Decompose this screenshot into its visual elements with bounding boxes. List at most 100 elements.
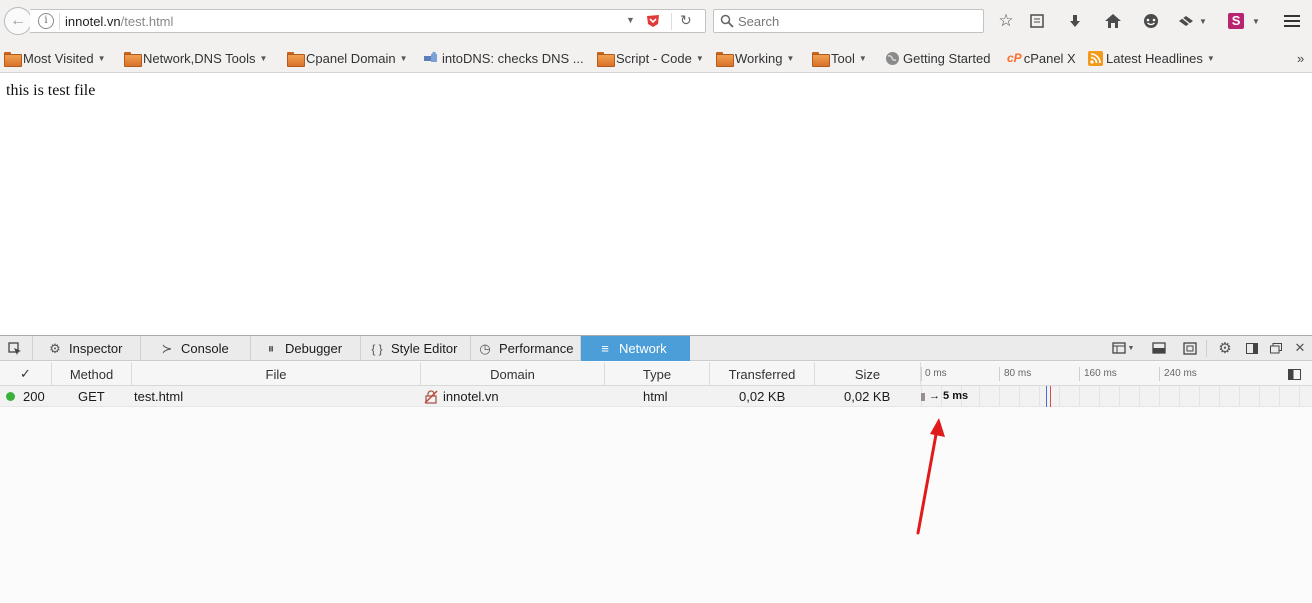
- type-cell: html: [643, 389, 668, 404]
- home-icon[interactable]: [1102, 10, 1124, 32]
- chevron-down-icon: ▼: [399, 53, 408, 63]
- column-header-type[interactable]: Type: [605, 362, 710, 386]
- bookmark-label: Latest Headlines: [1106, 50, 1203, 66]
- size-cell: 0,02 KB: [844, 389, 891, 404]
- bookmark-working[interactable]: Working ▼: [716, 49, 794, 67]
- page-body-text: this is test file: [6, 82, 96, 99]
- reading-list-icon[interactable]: [1026, 10, 1048, 32]
- timeline-tick-label: 240 ms: [1164, 368, 1197, 379]
- console-icon: ≻: [161, 340, 173, 356]
- file-cell: test.html: [134, 389, 184, 404]
- column-header-status[interactable]: ✓: [0, 362, 52, 386]
- tab-label: Console: [181, 341, 229, 356]
- chevron-down-icon: ▼: [259, 53, 268, 63]
- split-console-icon[interactable]: [1150, 340, 1168, 356]
- tab-label: Performance: [499, 341, 574, 356]
- close-icon[interactable]: ✕: [1291, 340, 1309, 356]
- bookmark-label: Network,DNS Tools: [143, 50, 256, 66]
- timeline-tick-line: [921, 367, 922, 381]
- bookmark-cpanel-x[interactable]: cP cPanel X: [1007, 49, 1076, 67]
- timeline-tick-line: [1079, 367, 1080, 381]
- tab-label: Network: [619, 341, 667, 356]
- column-header-transferred[interactable]: Transferred: [710, 362, 815, 386]
- reload-icon[interactable]: ↻: [680, 12, 692, 29]
- timeline-tick-line: [999, 367, 1000, 381]
- annotation-arrow: [916, 418, 945, 535]
- chevron-overflow-icon[interactable]: »: [1297, 49, 1304, 67]
- tab-debugger[interactable]: ⏸ Debugger: [251, 336, 361, 361]
- bookmark-network-dns-tools[interactable]: Network,DNS Tools ▼: [124, 49, 267, 67]
- back-arrow-icon: ←: [10, 12, 26, 29]
- bookmark-label: Getting Started: [903, 50, 991, 66]
- url-history-dropdown-icon[interactable]: ▼: [626, 15, 635, 25]
- waterfall-gridline: [1179, 386, 1180, 407]
- url-path: /test.html: [120, 14, 174, 29]
- waterfall-gridline: [1299, 386, 1300, 407]
- domain-cell: innotel.vn: [424, 386, 499, 407]
- bookmark-star-icon[interactable]: ☆: [995, 10, 1017, 32]
- hamburger-menu-icon[interactable]: [1281, 10, 1303, 32]
- element-picker-button[interactable]: [0, 336, 33, 361]
- tab-performance[interactable]: ◷ Performance: [471, 336, 581, 361]
- undock-window-icon[interactable]: [1267, 340, 1285, 356]
- url-host: innotel.vn: [65, 14, 121, 29]
- bookmark-label: Most Visited: [23, 50, 94, 66]
- waterfall-gridline: [1039, 386, 1040, 407]
- back-button[interactable]: ←: [4, 7, 32, 35]
- inspector-icon: ⚙: [49, 340, 61, 356]
- waterfall-gridline: [1279, 386, 1280, 407]
- domain-text: innotel.vn: [443, 389, 499, 404]
- status-cell: 200: [6, 386, 45, 407]
- waterfall-gridline: [1099, 386, 1100, 407]
- column-header-file[interactable]: File: [132, 362, 421, 386]
- tab-network[interactable]: ≡ Network: [581, 336, 690, 361]
- tab-style-editor[interactable]: { } Style Editor: [361, 336, 471, 361]
- bookmark-label: Working: [735, 50, 783, 66]
- waterfall-gridline: [1219, 386, 1220, 407]
- dock-side-icon[interactable]: [1243, 340, 1261, 356]
- waterfall-timing-label: → 5 ms: [929, 390, 969, 402]
- bookmark-intodns[interactable]: intoDNS: checks DNS ...: [423, 49, 584, 67]
- folder-icon: [812, 51, 830, 67]
- tab-console[interactable]: ≻ Console: [141, 336, 251, 361]
- waterfall-gridline: [1259, 386, 1260, 407]
- dom-content-loaded-marker: [1046, 386, 1047, 407]
- url-bar[interactable]: i innotel.vn/test.html ▼ ↻: [30, 9, 706, 33]
- bookmark-label: intoDNS: checks DNS ...: [442, 50, 584, 66]
- bookmark-getting-started[interactable]: Getting Started: [885, 49, 990, 67]
- downloads-icon[interactable]: [1064, 10, 1086, 32]
- bookmark-tool[interactable]: Tool ▼: [812, 49, 867, 67]
- chevron-down-icon: ▼: [858, 53, 867, 63]
- column-header-size[interactable]: Size: [815, 362, 921, 386]
- tab-inspector[interactable]: ⚙ Inspector: [33, 336, 141, 361]
- bookmark-cpanel-domain[interactable]: Cpanel Domain ▼: [287, 49, 408, 67]
- bookmark-most-visited[interactable]: Most Visited ▼: [4, 49, 106, 67]
- folder-icon: [124, 51, 142, 67]
- chat-icon[interactable]: [1140, 10, 1162, 32]
- table-row[interactable]: 200 GET test.html innotel.vn html 0,02 K…: [0, 386, 1312, 407]
- timeline-tick-label: 0 ms: [925, 368, 947, 379]
- column-header-domain[interactable]: Domain: [421, 362, 605, 386]
- url-text[interactable]: innotel.vn/test.html: [65, 14, 173, 29]
- insecure-connection-icon: [424, 389, 438, 404]
- settings-gear-icon[interactable]: ⚙: [1216, 340, 1234, 357]
- bookmark-latest-headlines[interactable]: Latest Headlines ▼: [1088, 49, 1215, 67]
- bookmark-label: Tool: [831, 50, 855, 66]
- chevron-down-icon: ▼: [97, 53, 106, 63]
- bookmark-script-code[interactable]: Script - Code ▼: [597, 49, 704, 67]
- page-content: this is test file: [0, 73, 1312, 335]
- responsive-design-icon[interactable]: [1181, 340, 1199, 356]
- timeline-tick-line: [1159, 367, 1160, 381]
- status-ok-dot-icon: [6, 392, 15, 401]
- frame-select-icon[interactable]: ▼: [1110, 340, 1136, 356]
- waterfall-gridline: [1119, 386, 1120, 407]
- pocket-icon[interactable]: [645, 13, 661, 29]
- site-info-icon[interactable]: i: [38, 13, 54, 29]
- bookmark-label: cPanel X: [1023, 50, 1076, 66]
- timeline-tick-label: 80 ms: [1004, 368, 1032, 379]
- toggle-sidebar-icon[interactable]: [1288, 368, 1301, 383]
- s-extension-icon[interactable]: S ▼: [1224, 10, 1264, 32]
- search-bar[interactable]: Search: [713, 9, 984, 33]
- column-header-method[interactable]: Method: [52, 362, 132, 386]
- extension-menu-icon[interactable]: ▼: [1174, 10, 1210, 32]
